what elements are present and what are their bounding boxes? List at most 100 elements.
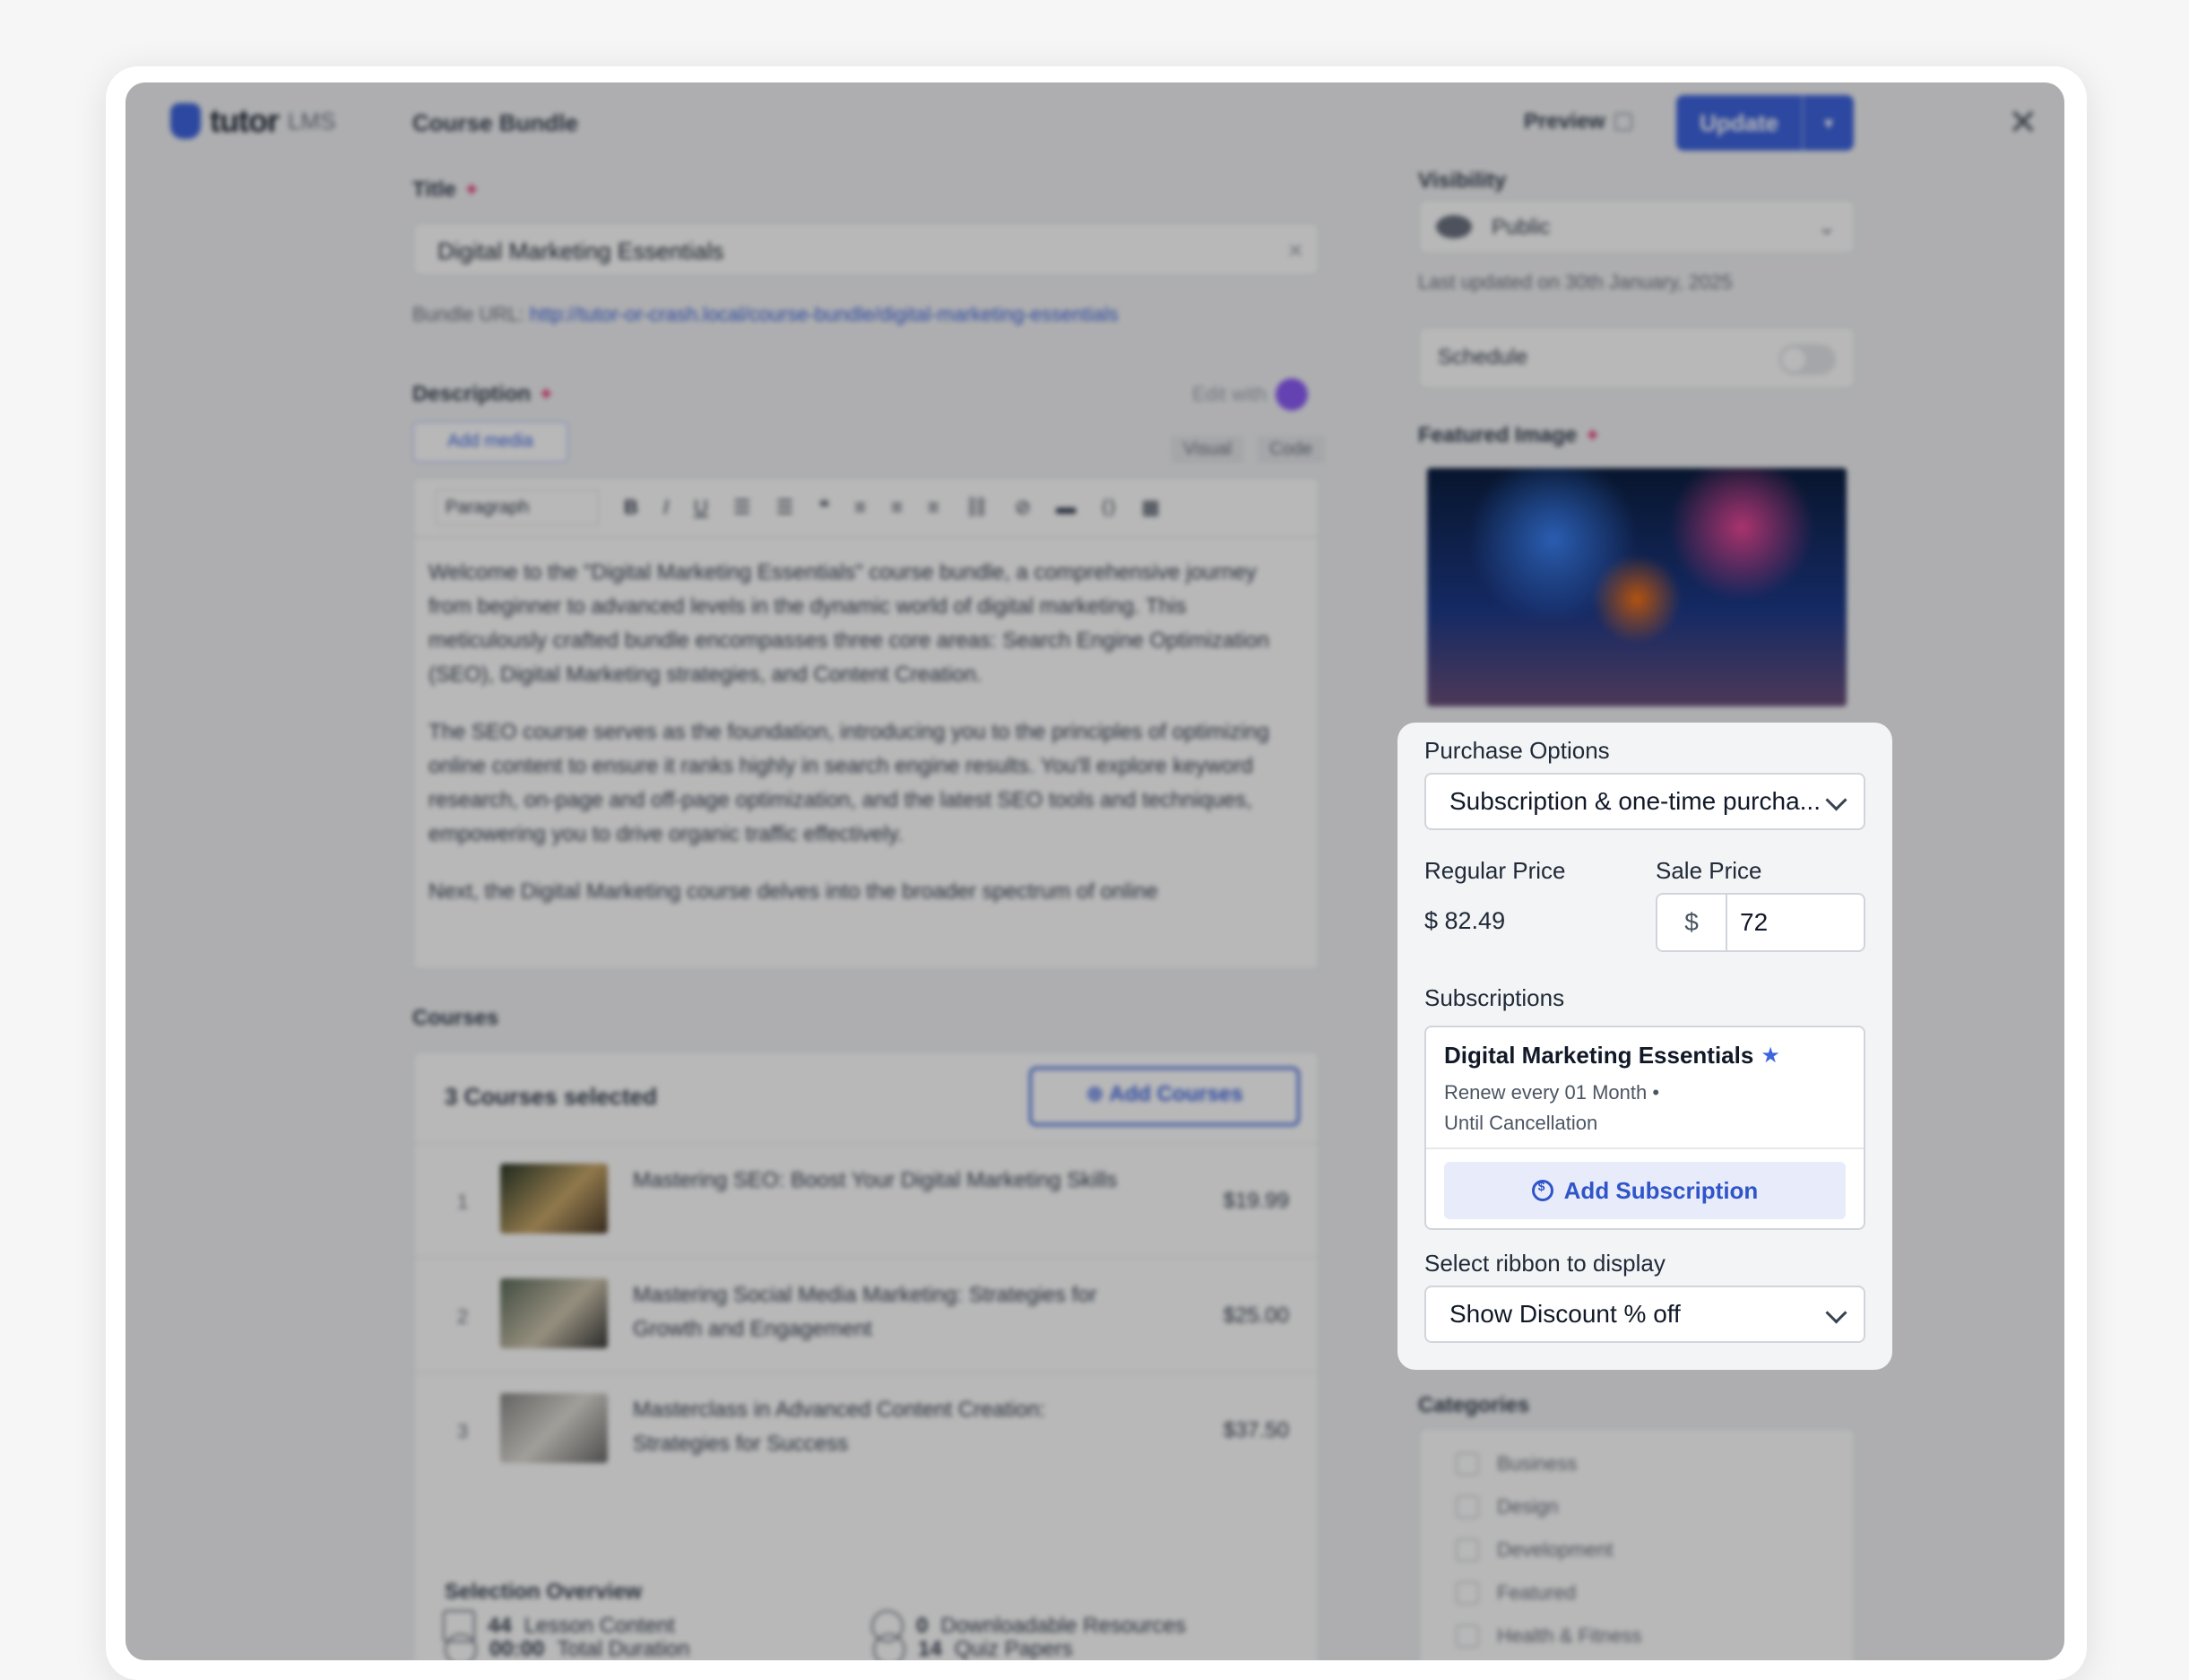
category-label: Featured bbox=[1497, 1581, 1577, 1604]
preview-link[interactable]: Preview bbox=[1524, 109, 1632, 134]
unlink-icon[interactable]: ⊘ bbox=[1015, 496, 1031, 519]
align-center-icon[interactable]: ≡ bbox=[891, 496, 903, 519]
course-price: $19.99 bbox=[1223, 1189, 1289, 1213]
category-item[interactable]: Design bbox=[1456, 1495, 1558, 1519]
ai-badge-icon bbox=[1276, 378, 1309, 411]
bullet-list-icon[interactable]: ☰ bbox=[733, 496, 751, 519]
page-title: Course Bundle bbox=[412, 109, 578, 136]
featured-image-label: Featured Image ✦ bbox=[1418, 423, 1601, 448]
italic-icon[interactable]: I bbox=[663, 496, 669, 519]
tab-visual[interactable]: Visual bbox=[1171, 436, 1245, 463]
align-left-icon[interactable]: ≡ bbox=[854, 496, 866, 519]
currency-prefix: $ bbox=[1657, 895, 1727, 950]
checkbox[interactable] bbox=[1456, 1581, 1479, 1605]
checkbox[interactable] bbox=[1456, 1624, 1479, 1648]
number-list-icon[interactable]: ☰ bbox=[776, 496, 794, 519]
ai-sparkle-icon[interactable]: ✦ bbox=[538, 383, 554, 405]
close-icon[interactable]: ✕ bbox=[2008, 102, 2038, 143]
ai-sparkle-icon[interactable]: ✦ bbox=[463, 178, 480, 201]
lesson-value: 44 bbox=[488, 1614, 512, 1638]
category-label: Development bbox=[1497, 1538, 1614, 1561]
course-number: 2 bbox=[457, 1305, 469, 1328]
checkbox[interactable] bbox=[1456, 1495, 1479, 1519]
title-value: Digital Marketing Essentials bbox=[437, 238, 724, 264]
chevron-down-icon: ⌄ bbox=[1817, 215, 1836, 239]
schedule-label: Schedule bbox=[1438, 345, 1528, 369]
tutor-logo: tutor LMS bbox=[170, 102, 335, 140]
clear-icon[interactable]: × bbox=[1287, 224, 1303, 278]
checkbox[interactable] bbox=[1456, 1452, 1479, 1476]
courses-panel: 3 Courses selected ⊕ Add Courses 1 Maste… bbox=[412, 1051, 1319, 1660]
ribbon-select[interactable]: Show Discount % off bbox=[1424, 1286, 1865, 1343]
ribbon-value: Show Discount % off bbox=[1449, 1300, 1681, 1328]
purchase-options-label: Purchase Options bbox=[1424, 737, 1610, 764]
featured-image-label-text: Featured Image bbox=[1418, 423, 1578, 447]
courses-selected-count: 3 Courses selected bbox=[445, 1083, 658, 1110]
quote-icon[interactable]: ❝ bbox=[818, 496, 829, 519]
bundle-url-link[interactable]: http://tutor-or-crash.local/course-bundl… bbox=[530, 303, 1119, 325]
add-subscription-button[interactable]: Add Subscription bbox=[1444, 1162, 1846, 1219]
tutor-logo-icon bbox=[170, 103, 201, 139]
description-editor[interactable]: Paragraph B I U ☰ ☰ ❝ ≡ ≡ ≡ ⛓ ⊘ ▬ ⟨⟩ ▦ W… bbox=[412, 477, 1319, 970]
category-item[interactable]: Business bbox=[1456, 1452, 1577, 1476]
underline-icon[interactable]: U bbox=[694, 496, 708, 519]
course-row[interactable]: 3 Masterclass in Advanced Content Creati… bbox=[414, 1372, 1318, 1488]
lesson-label: Lesson Content bbox=[523, 1614, 675, 1638]
course-row[interactable]: 1 Mastering SEO: Boost Your Digital Mark… bbox=[414, 1142, 1318, 1259]
more-icon[interactable]: ▬ bbox=[1056, 496, 1076, 519]
visibility-select[interactable]: Public ⌄ bbox=[1418, 199, 1856, 255]
editor-content[interactable]: Welcome to the "Digital Marketing Essent… bbox=[414, 538, 1318, 950]
divider bbox=[1426, 1147, 1864, 1149]
course-row[interactable]: 2 Mastering Social Media Marketing: Stra… bbox=[414, 1257, 1318, 1373]
courses-label: Courses bbox=[412, 1006, 499, 1030]
ribbon-label: Select ribbon to display bbox=[1424, 1250, 1666, 1277]
schedule-toggle[interactable] bbox=[1778, 344, 1836, 375]
table-icon[interactable]: ▦ bbox=[1141, 496, 1160, 519]
checkbox[interactable] bbox=[1456, 1538, 1479, 1562]
regular-price-label: Regular Price bbox=[1424, 857, 1566, 884]
course-name: Mastering Social Media Marketing: Strate… bbox=[633, 1283, 1097, 1341]
resources-label: Downloadable Resources bbox=[940, 1614, 1186, 1638]
edit-with-ai[interactable]: Edit with bbox=[1192, 378, 1309, 411]
title-input[interactable]: Digital Marketing Essentials × bbox=[412, 222, 1319, 276]
subscriptions-label: Subscriptions bbox=[1424, 984, 1565, 1011]
edit-with-label: Edit with bbox=[1192, 383, 1268, 405]
course-thumbnail bbox=[500, 1278, 608, 1348]
subscription-sync-icon bbox=[1531, 1179, 1553, 1201]
category-item[interactable]: Featured bbox=[1456, 1581, 1576, 1605]
category-label: Health & Fitness bbox=[1497, 1624, 1642, 1647]
update-button[interactable]: Update ▾ bbox=[1676, 95, 1854, 151]
add-courses-button[interactable]: ⊕ Add Courses bbox=[1029, 1067, 1300, 1126]
description-paragraph: Next, the Digital Marketing course delve… bbox=[428, 879, 1158, 904]
course-name: Masterclass in Advanced Content Creation… bbox=[633, 1398, 1046, 1456]
description-label-text: Description bbox=[412, 382, 532, 406]
purchase-options-card: Purchase Options Subscription & one-time… bbox=[1397, 723, 1892, 1370]
featured-image[interactable] bbox=[1427, 468, 1847, 706]
description-paragraph: The SEO course serves as the foundation,… bbox=[428, 720, 1269, 846]
logo-text: tutor bbox=[210, 102, 280, 139]
sale-price-label: Sale Price bbox=[1656, 857, 1762, 884]
title-label: Title ✦ bbox=[412, 178, 480, 203]
purchase-options-select[interactable]: Subscription & one-time purcha... bbox=[1424, 773, 1865, 830]
category-item[interactable]: Health & Fitness bbox=[1456, 1624, 1641, 1648]
subscription-title: Digital Marketing Essentials ★ bbox=[1444, 1042, 1780, 1069]
sale-price-value[interactable]: 72 bbox=[1727, 895, 1864, 950]
subscription-renew: Renew every 01 Month • bbox=[1444, 1081, 1660, 1104]
code-icon[interactable]: ⟨⟩ bbox=[1101, 496, 1116, 519]
add-media-button[interactable]: Add media bbox=[412, 421, 568, 463]
tab-code[interactable]: Code bbox=[1257, 436, 1325, 463]
ai-sparkle-icon[interactable]: ✦ bbox=[1584, 424, 1600, 446]
add-courses-label: Add Courses bbox=[1109, 1082, 1243, 1106]
eye-icon bbox=[1436, 215, 1472, 238]
subscription-card[interactable]: Digital Marketing Essentials ★ Renew eve… bbox=[1424, 1026, 1865, 1230]
subscription-name: Digital Marketing Essentials bbox=[1444, 1042, 1754, 1069]
link-icon[interactable]: ⛓ bbox=[965, 496, 990, 519]
preview-label: Preview bbox=[1524, 109, 1605, 134]
download-icon bbox=[871, 1610, 904, 1642]
bold-icon[interactable]: B bbox=[624, 496, 638, 519]
category-item[interactable]: Development bbox=[1456, 1538, 1614, 1562]
sale-price-input[interactable]: $ 72 bbox=[1656, 893, 1865, 952]
chevron-down-icon[interactable]: ▾ bbox=[1804, 112, 1854, 134]
paragraph-select[interactable]: Paragraph bbox=[436, 489, 599, 525]
align-right-icon[interactable]: ≡ bbox=[928, 496, 939, 519]
